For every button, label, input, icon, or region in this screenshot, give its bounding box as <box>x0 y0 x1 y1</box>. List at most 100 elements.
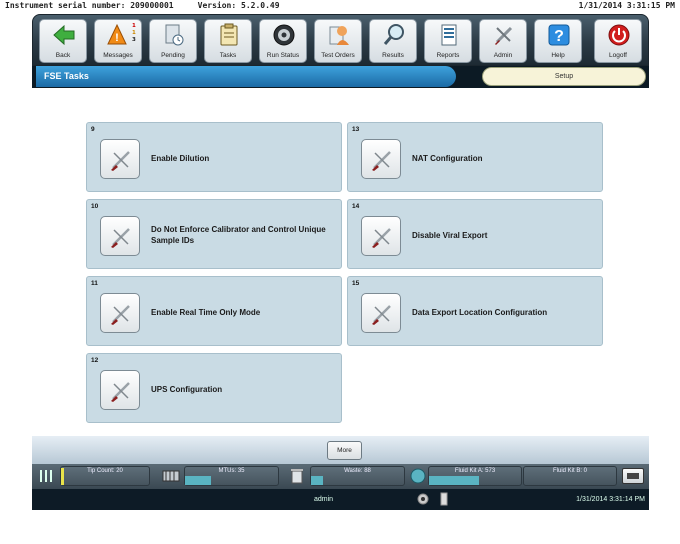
task-number: 14 <box>352 203 360 210</box>
more-button[interactable]: More <box>327 441 362 460</box>
fluid-kit-b-text: Fluid Kit B: 0 <box>552 468 587 474</box>
help-label: Help <box>551 52 565 59</box>
back-arrow-icon <box>53 24 75 46</box>
tip-rack-icon <box>40 470 52 482</box>
header-timestamp: 1/31/2014 3:31:15 PM <box>578 1 675 10</box>
pending-button[interactable]: Pending <box>149 19 197 63</box>
task-label: Data Export Location Configuration <box>412 307 548 317</box>
reports-button[interactable]: Reports <box>424 19 472 63</box>
tube-icon <box>440 492 448 506</box>
waste-slot: Waste: 88 <box>310 466 405 486</box>
tasks-button[interactable]: Tasks <box>204 19 252 63</box>
mtu-text: MTUs: 35 <box>218 468 245 474</box>
tools-icon <box>111 382 130 402</box>
mtu-slot: MTUs: 35 <box>184 466 279 486</box>
fluid-kit-b-slot: Fluid Kit B: 0 <box>523 466 617 486</box>
message-count-red: 1 <box>132 23 136 29</box>
keyboard-button[interactable] <box>622 468 644 484</box>
logoff-label: Logoff <box>609 52 627 59</box>
task-label: UPS Configuration <box>151 384 223 394</box>
test-orders-label: Test Orders <box>321 52 355 59</box>
warning-icon: ! <box>107 23 127 45</box>
screen: { "header": { "serial_line": "Instrument… <box>0 0 680 544</box>
help-button[interactable]: ? Help <box>534 19 582 63</box>
task-label: Enable Real Time Only Mode <box>151 307 261 317</box>
tab-setup[interactable]: Setup <box>482 67 646 86</box>
fluid-kit-a-text: Fluid Kit A: 573 <box>454 468 496 474</box>
header-bar: Instrument serial number: 209000001 Vers… <box>0 0 680 11</box>
pending-label: Pending <box>161 52 185 59</box>
message-count-black: 3 <box>132 37 136 43</box>
admin-label: Admin <box>493 52 513 59</box>
hourglass-icon <box>165 24 184 46</box>
waste-text: Waste: 88 <box>344 468 371 474</box>
logged-in-user: admin <box>314 496 334 503</box>
disk-status-icon <box>417 493 429 505</box>
run-status-button[interactable]: Run Status <box>259 19 307 63</box>
task-card-14[interactable]: 14 Disable Viral Export <box>347 199 603 269</box>
task-number: 10 <box>91 203 99 210</box>
tools-icon <box>372 228 391 248</box>
task-card-10[interactable]: 10 Do Not Enforce Calibrator and Control… <box>86 199 342 269</box>
task-button[interactable] <box>100 370 140 410</box>
tasks-label: Tasks <box>219 52 237 59</box>
footer-clock: 1/31/2014 3:31:14 PM <box>576 496 645 503</box>
logoff-button[interactable]: Logoff <box>594 19 642 63</box>
task-number: 9 <box>91 126 95 133</box>
messages-button[interactable]: ! 1 1 3 Messages <box>94 19 142 63</box>
task-card-12[interactable]: 12 UPS Configuration <box>86 353 342 423</box>
back-label: Back <box>55 52 71 59</box>
task-label: NAT Configuration <box>412 153 483 163</box>
consumables-status-bar: Tip Count: 20 MTUs: 35 Waste: 88 Fluid K… <box>32 464 649 489</box>
task-label: Disable Viral Export <box>412 230 488 240</box>
power-icon <box>608 24 630 46</box>
results-button[interactable]: Results <box>369 19 417 63</box>
admin-button[interactable]: Admin <box>479 19 527 63</box>
question-icon: ? <box>548 24 570 46</box>
tools-icon <box>495 26 513 45</box>
task-button[interactable] <box>100 216 140 256</box>
flask-icon <box>329 26 349 45</box>
task-card-15[interactable]: 15 Data Export Location Configuration <box>347 276 603 346</box>
tools-icon <box>111 151 130 171</box>
tools-icon <box>372 305 391 325</box>
test-orders-button[interactable]: Test Orders <box>314 19 362 63</box>
mtu-level-fill <box>185 476 211 485</box>
run-status-label: Run Status <box>266 52 300 59</box>
reports-label: Reports <box>436 52 460 59</box>
task-button[interactable] <box>361 216 401 256</box>
task-number: 13 <box>352 126 360 133</box>
task-label: Do Not Enforce Calibrator and Control Un… <box>151 225 326 245</box>
task-number: 15 <box>352 280 360 287</box>
message-count-yellow: 1 <box>132 30 136 36</box>
results-label: Results <box>382 52 404 59</box>
disk-icon <box>273 24 295 46</box>
task-card-11[interactable]: 11 Enable Real Time Only Mode <box>86 276 342 346</box>
task-button[interactable] <box>100 139 140 179</box>
task-number: 11 <box>91 280 98 287</box>
fluid-icon <box>410 468 426 484</box>
magnifier-icon <box>383 24 404 45</box>
messages-label: Messages <box>103 52 133 59</box>
svg-text:?: ? <box>554 28 564 45</box>
tip-count-slot: Tip Count: 20 <box>60 466 150 486</box>
task-card-13[interactable]: 13 NAT Configuration <box>347 122 603 192</box>
fluid-kit-a-fill <box>429 476 479 485</box>
task-label: Enable Dilution <box>151 153 210 163</box>
page-title: FSE Tasks <box>36 66 456 87</box>
tools-icon <box>111 228 130 248</box>
svg-text:!: ! <box>115 32 119 44</box>
mtu-icon <box>162 470 180 482</box>
task-button[interactable] <box>361 293 401 333</box>
task-button[interactable] <box>100 293 140 333</box>
back-button[interactable]: Back <box>39 19 87 63</box>
tools-icon <box>111 305 130 325</box>
fluid-kit-a-slot: Fluid Kit A: 573 <box>428 466 522 486</box>
tools-icon <box>372 151 391 171</box>
task-number: 12 <box>91 357 99 364</box>
task-button[interactable] <box>361 139 401 179</box>
clipboard-icon <box>220 23 238 46</box>
tip-count-text: Tip Count: 20 <box>87 468 123 474</box>
serial-version-text: Instrument serial number: 209000001 Vers… <box>5 1 280 10</box>
task-card-9[interactable]: 9 Enable Dilution <box>86 122 342 192</box>
